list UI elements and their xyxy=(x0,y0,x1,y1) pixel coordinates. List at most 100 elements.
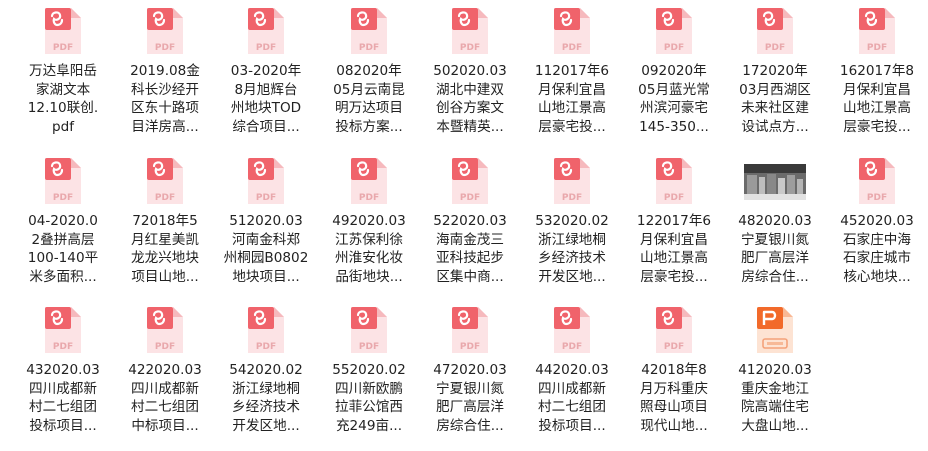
pdf-icon: PDF xyxy=(554,307,590,353)
file-item[interactable]: PDF 552020.02 四川新欧鹏 拉菲公馆西 充249亩... xyxy=(319,299,419,445)
file-item[interactable]: 412020.03 重庆金地江 院高端住宅 大盘山地... xyxy=(725,299,825,445)
file-name-line: 72018年5 xyxy=(132,213,198,229)
file-icon-wrap: PDF xyxy=(41,156,85,206)
file-name-line: 家湖文本 xyxy=(35,81,91,98)
file-item[interactable]: PDF 452020.03 石家庄中海 石家庄城市 核心地块... xyxy=(827,150,927,296)
file-name-label: 03-2020年 8月旭辉台 州地块TOD 综合项目... xyxy=(218,62,314,136)
file-item[interactable]: PDF 512020.03 河南金科郑 州桐园B0802 地块项目... xyxy=(216,150,316,296)
file-item[interactable]: PDF 522020.03 海南金茂三 亚科技起步 区集中商... xyxy=(420,150,520,296)
svg-text:PDF: PDF xyxy=(867,43,887,53)
pdf-icon: PDF xyxy=(757,8,793,54)
pdf-icon: PDF xyxy=(351,8,387,54)
file-item[interactable]: PDF 122017年6 月保利宜昌 山地江景高 层豪宅投... xyxy=(624,150,724,296)
svg-text:PDF: PDF xyxy=(53,342,73,352)
file-name-label: 502020.03 湖北中建双 创谷方案文 本暨精英... xyxy=(422,62,518,136)
file-name-line: 龙龙兴地块 xyxy=(131,250,199,266)
file-name-line: 乡经济技术 xyxy=(232,399,300,415)
svg-text:PDF: PDF xyxy=(664,43,684,53)
file-icon-wrap: PDF xyxy=(41,305,85,355)
file-name-line: 综合项目... xyxy=(232,118,300,135)
file-name-line: 本暨精英... xyxy=(436,118,504,135)
file-name-label: 552020.02 四川新欧鹏 拉菲公馆西 充249亩... xyxy=(321,361,417,435)
file-name-line: 05月蓝光常 xyxy=(638,81,710,98)
file-name-line: 大盘山地... xyxy=(741,417,809,434)
file-icon-wrap: PDF xyxy=(244,6,288,56)
file-item[interactable]: PDF 092020年 05月蓝光常 州滨河豪宅 145-350... xyxy=(624,0,724,146)
pdf-icon: PDF xyxy=(147,8,183,54)
file-item[interactable]: 482020.03 宁夏银川氮 肥厂高层洋 房综合住... xyxy=(725,150,825,296)
file-icon-wrap: PDF xyxy=(448,156,492,206)
file-name-label: 492020.03 江苏保利徐 州淮安化妆 品街地块... xyxy=(321,212,417,286)
file-item[interactable]: PDF 492020.03 江苏保利徐 州淮安化妆 品街地块... xyxy=(319,150,419,296)
svg-text:PDF: PDF xyxy=(155,193,175,203)
file-name-line: 04-2020.0 xyxy=(28,213,98,229)
file-name-line: 石家庄中海 xyxy=(843,231,911,248)
file-name-line: 州滨河豪宅 xyxy=(640,100,708,116)
file-item[interactable]: PDF 172020年 03月西湖区 未来社区建 设试点方... xyxy=(725,0,825,146)
file-name-line: 拉菲公馆西 xyxy=(335,399,403,415)
file-icon-wrap: PDF xyxy=(143,305,187,355)
file-name-line: 162017年8 xyxy=(839,63,915,79)
pdf-icon: PDF xyxy=(859,158,895,204)
file-item[interactable]: PDF 442020.03 四川成都新 村二七组团 投标项目... xyxy=(522,299,622,445)
file-item[interactable]: PDF 432020.03 四川成都新 村二七组团 投标项目... xyxy=(13,299,113,445)
file-name-label: 482020.03 宁夏银川氮 肥厂高层洋 房综合住... xyxy=(727,212,823,286)
file-name-line: 03月西湖区 xyxy=(739,81,811,98)
file-name-line: 四川成都新 xyxy=(29,380,97,397)
file-name-label: 082020年 05月云南昆 明万达项目 投标方案... xyxy=(321,62,417,136)
pdf-icon: PDF xyxy=(45,158,81,204)
file-name-line: 四川新欧鹏 xyxy=(335,380,403,397)
file-item[interactable]: PDF 502020.03 湖北中建双 创谷方案文 本暨精英... xyxy=(420,0,520,146)
file-item[interactable]: PDF 72018年5 月红星美凯 龙龙兴地块 项目山地... xyxy=(115,150,215,296)
file-icon-wrap xyxy=(753,305,797,355)
file-name-label: 472020.03 宁夏银川氮 肥厂高层洋 房综合住... xyxy=(422,361,518,435)
file-name-line: 月保利宜昌 xyxy=(538,81,606,98)
svg-text:PDF: PDF xyxy=(155,43,175,53)
svg-text:PDF: PDF xyxy=(359,43,379,53)
file-item[interactable]: PDF 03-2020年 8月旭辉台 州地块TOD 综合项目... xyxy=(216,0,316,146)
file-name-line: 项目山地... xyxy=(131,268,199,285)
svg-text:PDF: PDF xyxy=(562,43,582,53)
svg-text:PDF: PDF xyxy=(562,342,582,352)
file-name-label: 452020.03 石家庄中海 石家庄城市 核心地块... xyxy=(829,212,925,286)
file-name-line: 422020.03 xyxy=(128,362,202,378)
file-item[interactable]: PDF 082020年 05月云南昆 明万达项目 投标方案... xyxy=(319,0,419,146)
file-name-line: 宁夏银川氮 xyxy=(741,231,809,248)
file-name-label: 122017年6 月保利宜昌 山地江景高 层豪宅投... xyxy=(626,212,722,286)
file-item[interactable]: PDF 42018年8 月万科重庆 照母山项目 现代山地... xyxy=(624,299,724,445)
pdf-icon: PDF xyxy=(554,158,590,204)
file-name-line: 乡经济技术 xyxy=(538,250,606,266)
file-icon-wrap: PDF xyxy=(652,156,696,206)
file-name-line: 412020.03 xyxy=(738,362,812,378)
file-name-line: 122017年6 xyxy=(636,213,712,229)
file-item[interactable]: PDF 542020.02 浙江绿地桐 乡经济技术 开发区地... xyxy=(216,299,316,445)
svg-text:PDF: PDF xyxy=(53,43,73,53)
file-name-line: 42018年8 xyxy=(641,362,707,378)
file-item[interactable]: PDF 万达阜阳岳 家湖文本 12.10联创. pdf xyxy=(13,0,113,146)
file-name-line: 村二七组团 xyxy=(538,399,606,415)
file-item[interactable]: PDF 112017年6 月保利宜昌 山地江景高 层豪宅投... xyxy=(522,0,622,146)
file-name-line: 村二七组团 xyxy=(131,399,199,415)
file-item[interactable]: PDF 162017年8 月保利宜昌 山地江景高 层豪宅投... xyxy=(827,0,927,146)
file-item[interactable]: PDF 2019.08金 科长沙经开 区东十路项 目洋房高... xyxy=(115,0,215,146)
file-name-line: 月万科重庆 xyxy=(640,380,708,397)
file-item[interactable]: PDF 422020.03 四川成都新 村二七组团 中标项目... xyxy=(115,299,215,445)
file-name-line: 层豪宅投... xyxy=(538,118,606,135)
file-name-line: 肥厂高层洋 xyxy=(436,399,504,415)
file-name-line: 512020.03 xyxy=(229,213,303,229)
svg-text:PDF: PDF xyxy=(256,43,276,53)
file-name-line: 投标项目... xyxy=(29,417,97,434)
file-item[interactable]: PDF 472020.03 宁夏银川氮 肥厂高层洋 房综合住... xyxy=(420,299,520,445)
file-name-line: 山地江景高 xyxy=(843,100,911,116)
file-name-line: 中标项目... xyxy=(131,417,199,434)
file-name-line: pdf xyxy=(51,118,75,135)
file-name-line: 宁夏银川氮 xyxy=(436,380,504,397)
svg-text:PDF: PDF xyxy=(664,193,684,203)
svg-text:PDF: PDF xyxy=(867,193,887,203)
file-item[interactable]: PDF 04-2020.0 2叠拼高层 100-140平 米多面积... xyxy=(13,150,113,296)
file-name-line: 江苏保利徐 xyxy=(335,231,403,248)
file-item[interactable]: PDF 532020.02 浙江绿地桐 乡经济技术 开发区地... xyxy=(522,150,622,296)
file-name-line: 明万达项目 xyxy=(335,100,403,116)
file-name-line: 552020.02 xyxy=(332,362,406,378)
file-name-line: 层豪宅投... xyxy=(843,118,911,135)
